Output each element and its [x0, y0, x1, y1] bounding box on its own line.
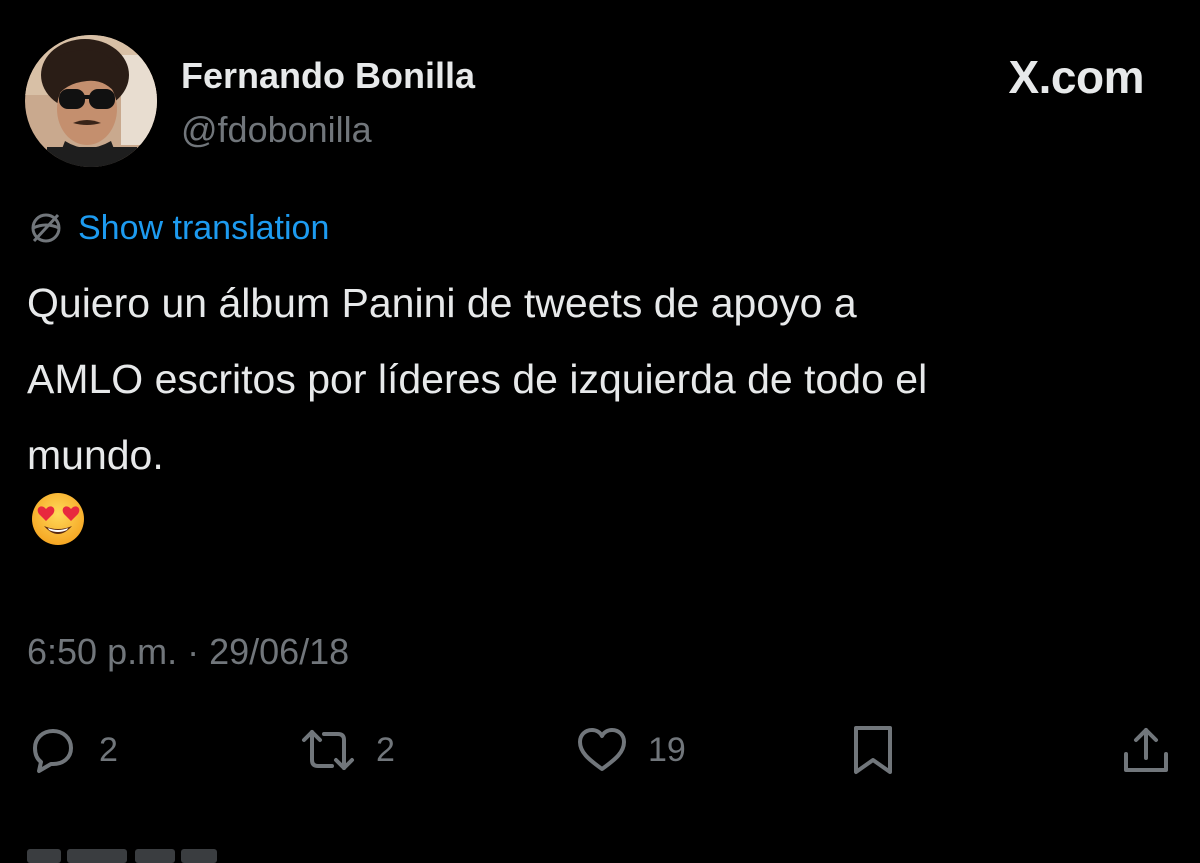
tweet-text: Quiero un álbum Panini de tweets de apoy… [27, 265, 1177, 493]
share-button[interactable] [1118, 722, 1174, 778]
tweet-timestamp[interactable]: 6:50 p.m. · 29/06/18 [27, 630, 349, 674]
tweet-text-line: AMLO escritos por líderes de izquierda d… [27, 356, 928, 402]
bookmark-button[interactable] [848, 722, 898, 778]
like-count: 19 [648, 731, 686, 769]
heart-eyes-emoji [31, 492, 85, 546]
reply-icon [25, 722, 81, 778]
repost-icon [298, 722, 358, 778]
avatar[interactable] [25, 35, 157, 167]
show-translation[interactable]: Show translation [28, 205, 329, 251]
reply-count: 2 [99, 731, 118, 769]
repost-button[interactable]: 2 [298, 722, 395, 778]
tweet-text-line: Quiero un álbum Panini de tweets de apoy… [27, 280, 857, 326]
author-handle[interactable]: @fdobonilla [181, 108, 372, 152]
heart-icon [574, 722, 630, 778]
cutoff-next-row [27, 843, 217, 863]
tweet-text-line: mundo. [27, 432, 164, 478]
bookmark-icon [848, 722, 898, 778]
show-translation-link[interactable]: Show translation [78, 206, 329, 250]
share-icon [1118, 722, 1174, 778]
profile-photo [25, 35, 157, 167]
repost-count: 2 [376, 731, 395, 769]
globe-icon [28, 210, 64, 246]
like-button[interactable]: 19 [574, 722, 686, 778]
author-name[interactable]: Fernando Bonilla [181, 54, 475, 98]
reply-button[interactable]: 2 [25, 722, 118, 778]
brand-watermark: X.com [1008, 51, 1144, 103]
